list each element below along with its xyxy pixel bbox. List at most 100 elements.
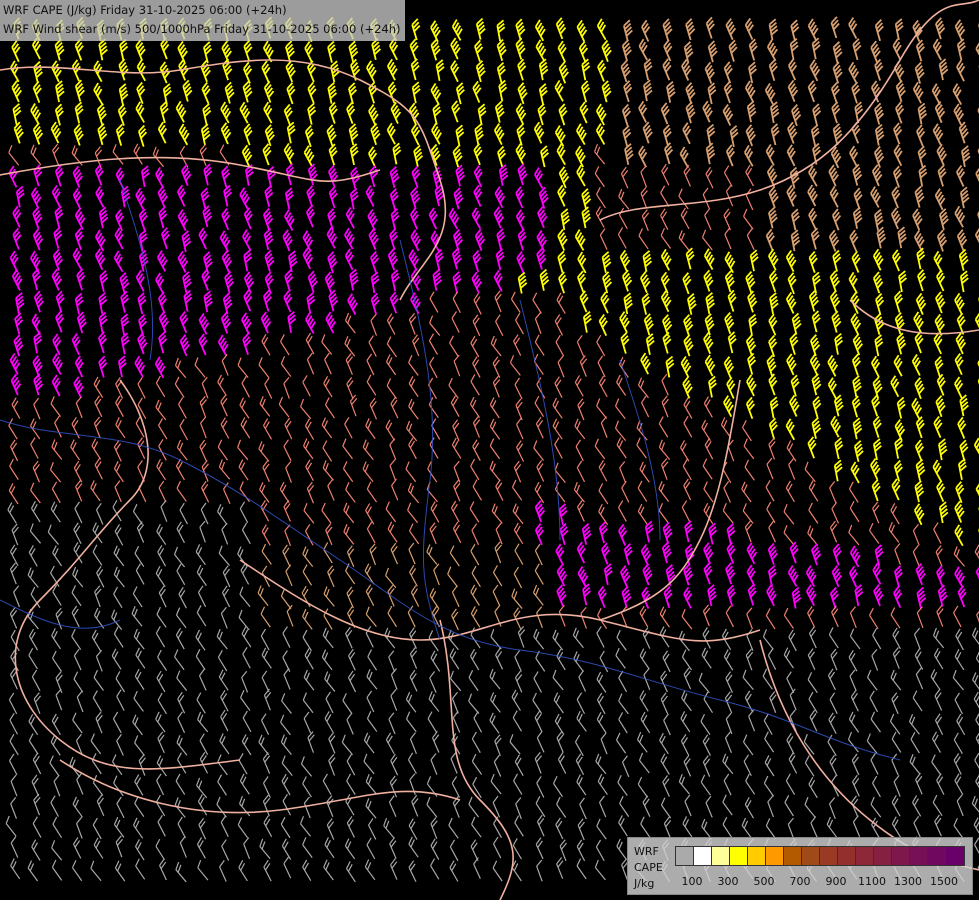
wind-barb — [389, 228, 399, 251]
wind-barb — [831, 605, 839, 628]
wind-barb — [117, 103, 127, 126]
wind-barb — [641, 586, 651, 609]
wind-barb — [115, 395, 124, 417]
wind-barb — [579, 101, 589, 124]
wind-barb — [596, 626, 605, 648]
wind-barb — [471, 731, 481, 754]
wind-barb — [783, 504, 795, 525]
wind-barb — [433, 563, 440, 586]
wind-barb — [516, 123, 526, 146]
legend-tick-labels: 100 300 500 700 900 1100 1300 1500 — [628, 876, 972, 888]
wind-barb — [176, 670, 188, 691]
wind-barb — [175, 627, 185, 650]
wind-barb — [120, 290, 130, 313]
wind-barb — [790, 229, 801, 252]
wind-barb — [723, 208, 732, 231]
wind-barb — [536, 247, 547, 270]
wind-barb — [286, 82, 296, 105]
wind-barb — [427, 461, 438, 483]
wind-barb — [344, 416, 353, 439]
legend-swatch — [766, 847, 784, 865]
wind-barb — [74, 79, 85, 102]
wind-barb — [954, 19, 966, 42]
wind-barb — [452, 229, 464, 252]
wind-barb — [746, 100, 757, 123]
wind-barb — [745, 648, 754, 671]
wind-barb — [71, 59, 81, 82]
wind-barb — [534, 710, 543, 733]
wind-barb — [662, 775, 670, 797]
wind-barb — [473, 293, 482, 315]
wind-barb — [954, 566, 966, 589]
wind-barb — [725, 712, 733, 735]
wind-barb — [201, 268, 211, 291]
wind-barb — [852, 417, 863, 440]
wind-barb — [30, 501, 41, 523]
wind-barb — [532, 584, 544, 606]
wind-barb — [286, 604, 294, 627]
wind-barb — [32, 80, 42, 103]
wind-barb — [914, 377, 925, 400]
wind-barb — [242, 332, 252, 355]
wind-barb — [32, 460, 40, 483]
wind-barb — [705, 166, 714, 189]
wind-barb — [349, 187, 359, 210]
wind-barb — [683, 334, 694, 357]
wind-barb — [533, 440, 545, 461]
wind-barb — [281, 755, 293, 776]
wind-barb — [936, 269, 946, 292]
wind-barb — [896, 332, 907, 355]
wind-barb — [195, 648, 206, 671]
wind-barb — [32, 228, 44, 251]
wind-barb — [470, 839, 479, 861]
wind-barb — [849, 669, 857, 692]
wind-barb — [850, 689, 859, 712]
wind-barb — [852, 38, 862, 61]
wind-barb — [452, 710, 461, 733]
wind-barb — [872, 376, 883, 399]
wind-barb — [239, 586, 251, 608]
wind-barb — [954, 292, 965, 315]
wind-barb — [203, 163, 213, 186]
wind-barb — [702, 100, 713, 123]
wind-barb — [953, 103, 965, 126]
wind-barb — [953, 605, 962, 628]
wind-barb — [302, 564, 313, 586]
wind-barb — [848, 711, 860, 733]
wind-barb — [788, 752, 798, 774]
wind-barb — [370, 271, 380, 294]
wind-barb — [450, 500, 460, 523]
wind-barb — [241, 144, 253, 167]
wind-barb — [933, 415, 943, 439]
wind-barb — [264, 249, 275, 272]
wind-barb — [195, 629, 206, 651]
wind-barb — [453, 187, 464, 210]
wind-barb — [956, 794, 964, 817]
wind-barb — [619, 565, 631, 588]
wind-barb — [196, 692, 206, 714]
wind-barb — [342, 693, 353, 715]
wind-barb — [262, 418, 273, 440]
wind-barb — [890, 207, 902, 230]
wind-barb — [600, 291, 610, 314]
wind-barb — [492, 565, 503, 587]
wind-barb — [304, 523, 314, 546]
wind-barb — [826, 816, 838, 838]
wind-barb — [787, 79, 799, 102]
wind-barb — [660, 753, 670, 775]
wind-barb — [870, 458, 881, 481]
wind-barb — [364, 859, 376, 881]
wind-barb — [954, 205, 966, 228]
wind-barb — [791, 586, 802, 609]
wind-barb — [91, 438, 102, 460]
wind-barb — [261, 334, 271, 356]
wind-barb — [559, 523, 569, 546]
wind-barb — [914, 331, 924, 354]
wind-barb — [513, 522, 524, 545]
weather-map[interactable] — [0, 0, 979, 900]
wind-barb — [683, 667, 692, 690]
wind-barb — [348, 82, 358, 105]
wind-barb — [811, 37, 821, 60]
wind-barb — [872, 271, 884, 294]
wind-barb — [386, 336, 398, 358]
